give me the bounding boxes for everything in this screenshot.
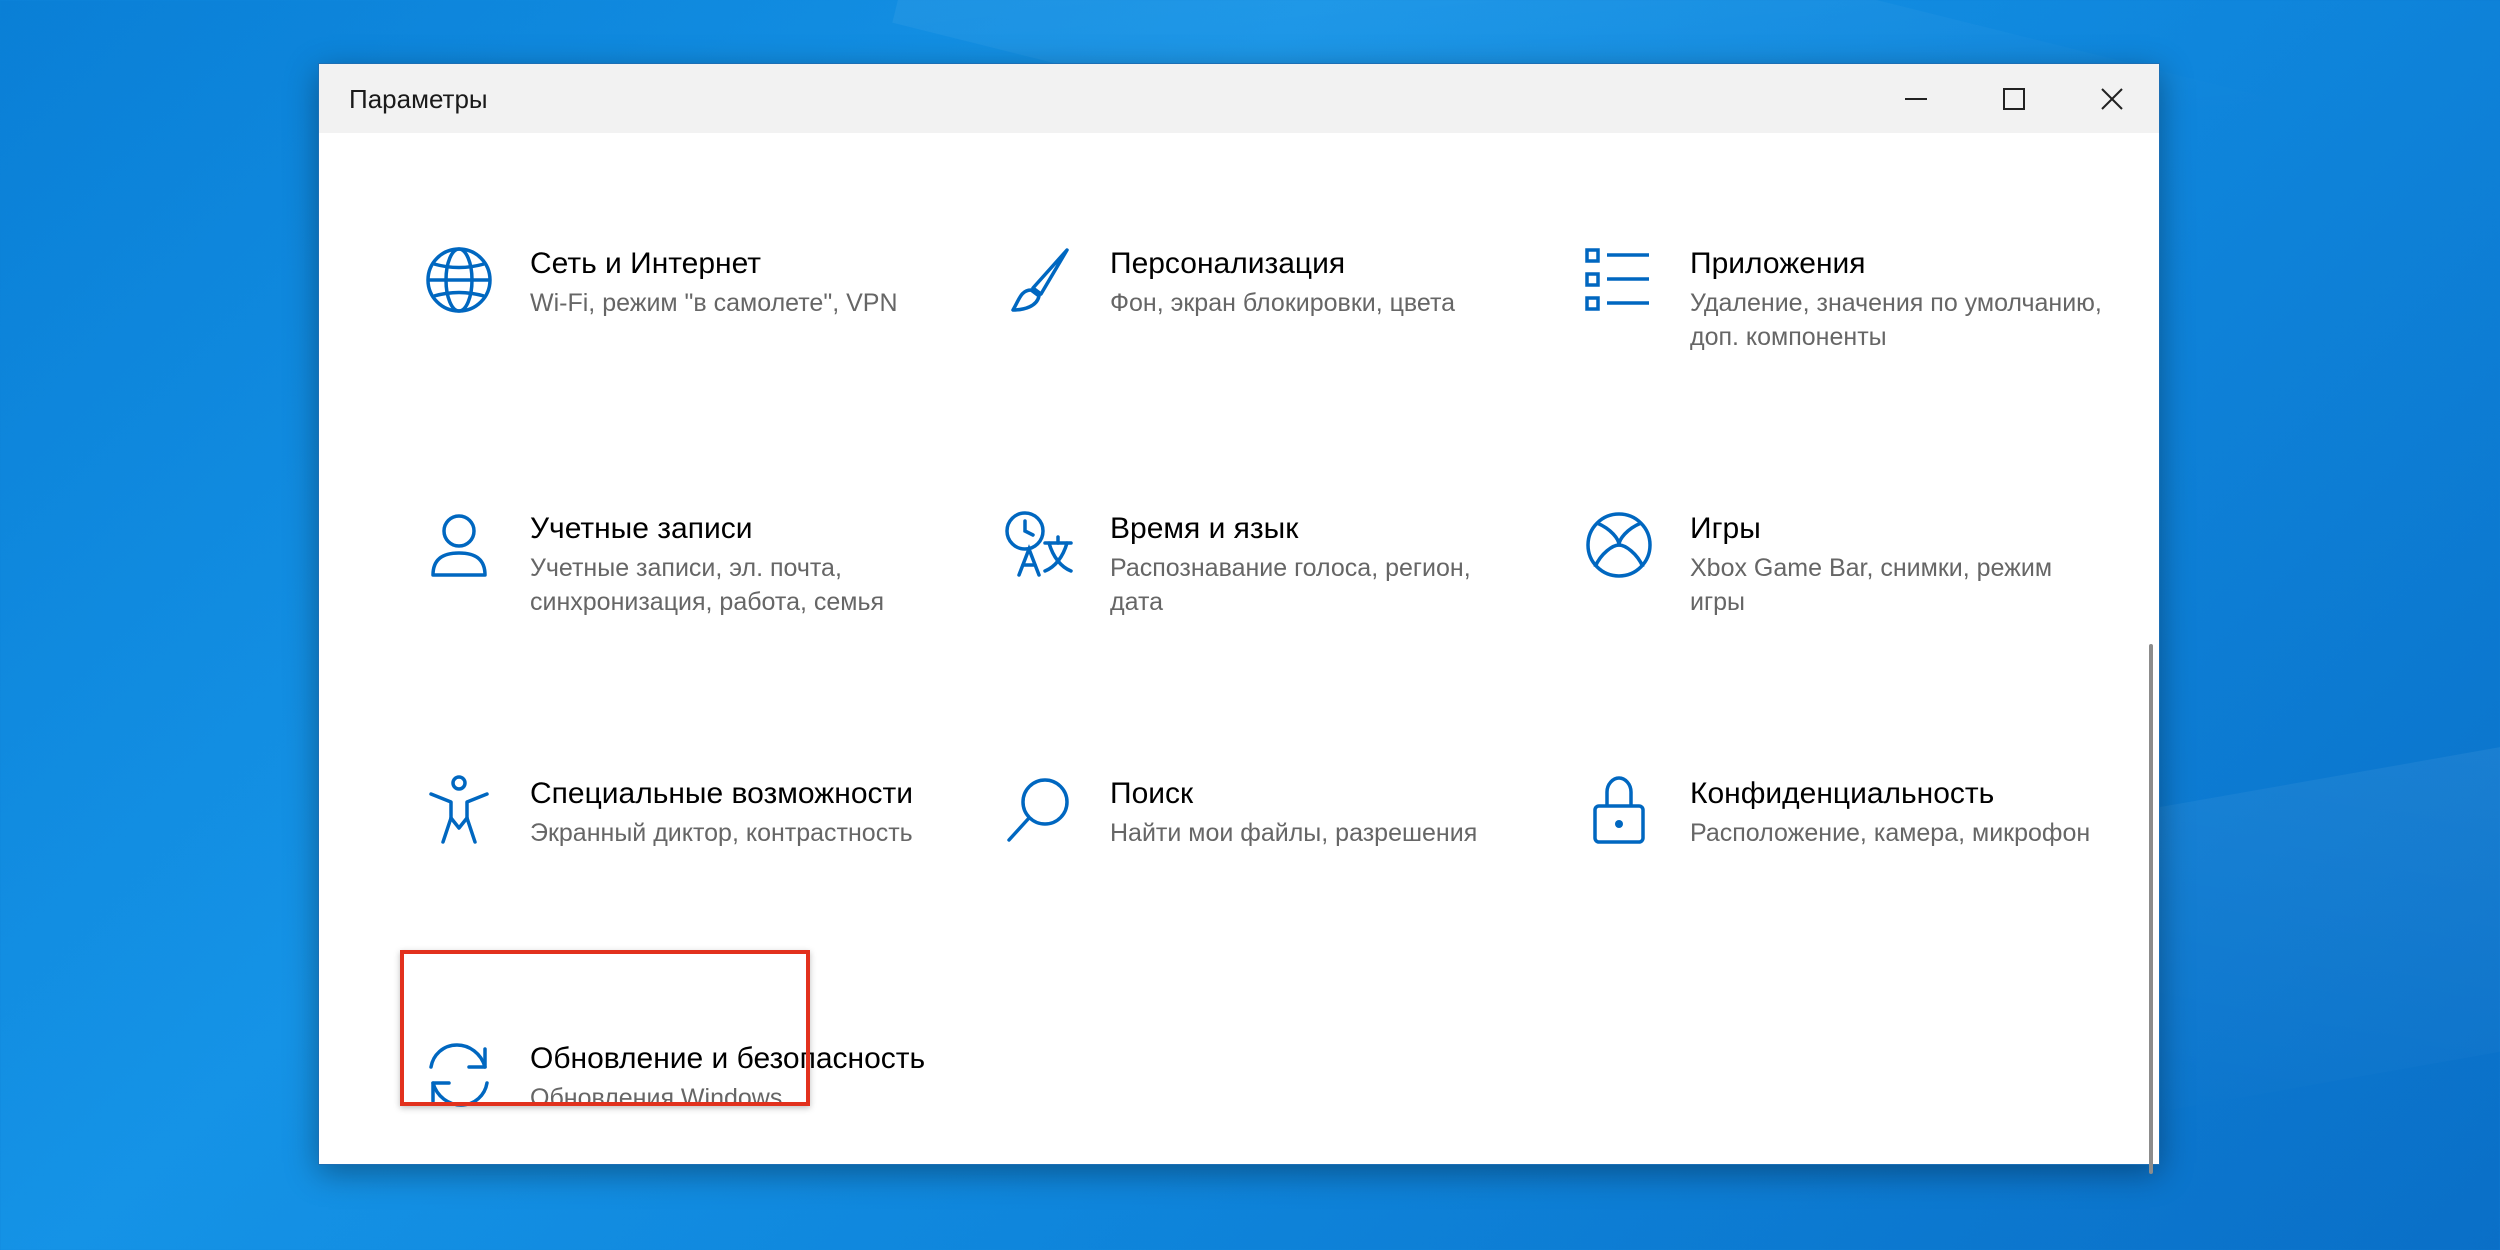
apps-list-icon [1585, 248, 1649, 311]
tile-description: Wi-Fi, режим "в самолете", VPN [530, 289, 898, 317]
tile-title: Учетные записи [530, 512, 753, 545]
minimize-icon [1905, 97, 1927, 100]
tile-accounts[interactable]: Учетные записи Учетные записи, эл. почта… [423, 509, 943, 699]
tile-title: Поиск [1110, 777, 1194, 810]
tile-description: Фон, экран блокировки, цвета [1110, 289, 1456, 317]
accessibility-icon [429, 775, 489, 844]
tile-apps[interactable]: Приложения Удаление, значения по умолчан… [1583, 244, 2103, 434]
tile-description: Экранный диктор, контрастность [530, 819, 913, 847]
tile-update-security[interactable]: Обновление и безопасность Обновления Win… [423, 1039, 943, 1229]
tile-title: Игры [1690, 512, 1761, 545]
tile-description: Обновления Windows [530, 1084, 783, 1112]
xbox-icon [1586, 512, 1652, 578]
tile-network[interactable]: Сеть и Интернет Wi-Fi, режим "в самолете… [423, 244, 943, 434]
tile-time-language[interactable]: Время и язык Распознавание голоса, регио… [1003, 509, 1523, 699]
tile-description: Найти мои файлы, разрешения [1110, 819, 1478, 847]
time-language-icon [1005, 511, 1073, 577]
tile-accessibility[interactable]: Специальные возможности Экранный диктор,… [423, 774, 943, 964]
brush-icon [1011, 248, 1069, 312]
tile-title: Обновление и безопасность [530, 1042, 926, 1075]
tile-description: Xbox Game Bar, снимки, режим игры [1690, 554, 2053, 616]
lock-icon [1593, 776, 1645, 844]
minimize-button[interactable] [1867, 64, 1965, 133]
window-title: Параметры [349, 84, 488, 114]
tile-description: Удаление, значения по умолчанию, доп. ко… [1690, 289, 2102, 351]
tile-title: Конфиденциальность [1690, 777, 1995, 810]
tile-title: Приложения [1690, 247, 1866, 280]
tile-personalization[interactable]: Персонализация Фон, экран блокировки, цв… [1003, 244, 1523, 434]
user-icon [431, 514, 487, 577]
tile-search[interactable]: Поиск Найти мои файлы, разрешения [1003, 774, 1523, 964]
tile-gaming[interactable]: Игры Xbox Game Bar, снимки, режим игры [1583, 509, 2103, 699]
tile-title: Время и язык [1110, 512, 1299, 545]
tile-description: Расположение, камера, микрофон [1690, 819, 2091, 847]
tile-title: Сеть и Интернет [530, 247, 762, 280]
settings-window: Параметры Сеть и Интернет Wi-Fi, режим "… [318, 63, 2160, 1174]
scrollbar-thumb[interactable] [2149, 644, 2153, 1174]
tile-title: Персонализация [1110, 247, 1346, 280]
title-bar[interactable]: Параметры [319, 64, 2159, 133]
maximize-icon [2003, 87, 2025, 110]
tile-title: Специальные возможности [530, 777, 913, 810]
settings-grid: Сеть и Интернет Wi-Fi, режим "в самолете… [319, 133, 2159, 1166]
search-icon [1007, 778, 1069, 842]
close-icon [2101, 87, 2123, 110]
maximize-button[interactable] [1965, 64, 2063, 133]
globe-icon [426, 247, 492, 313]
tile-privacy[interactable]: Конфиденциальность Расположение, камера,… [1583, 774, 2103, 964]
close-button[interactable] [2063, 64, 2161, 133]
tile-description: Распознавание голоса, регион, дата [1110, 554, 1471, 616]
tile-description: Учетные записи, эл. почта, синхронизация… [530, 554, 885, 616]
update-sync-icon [429, 1043, 489, 1107]
